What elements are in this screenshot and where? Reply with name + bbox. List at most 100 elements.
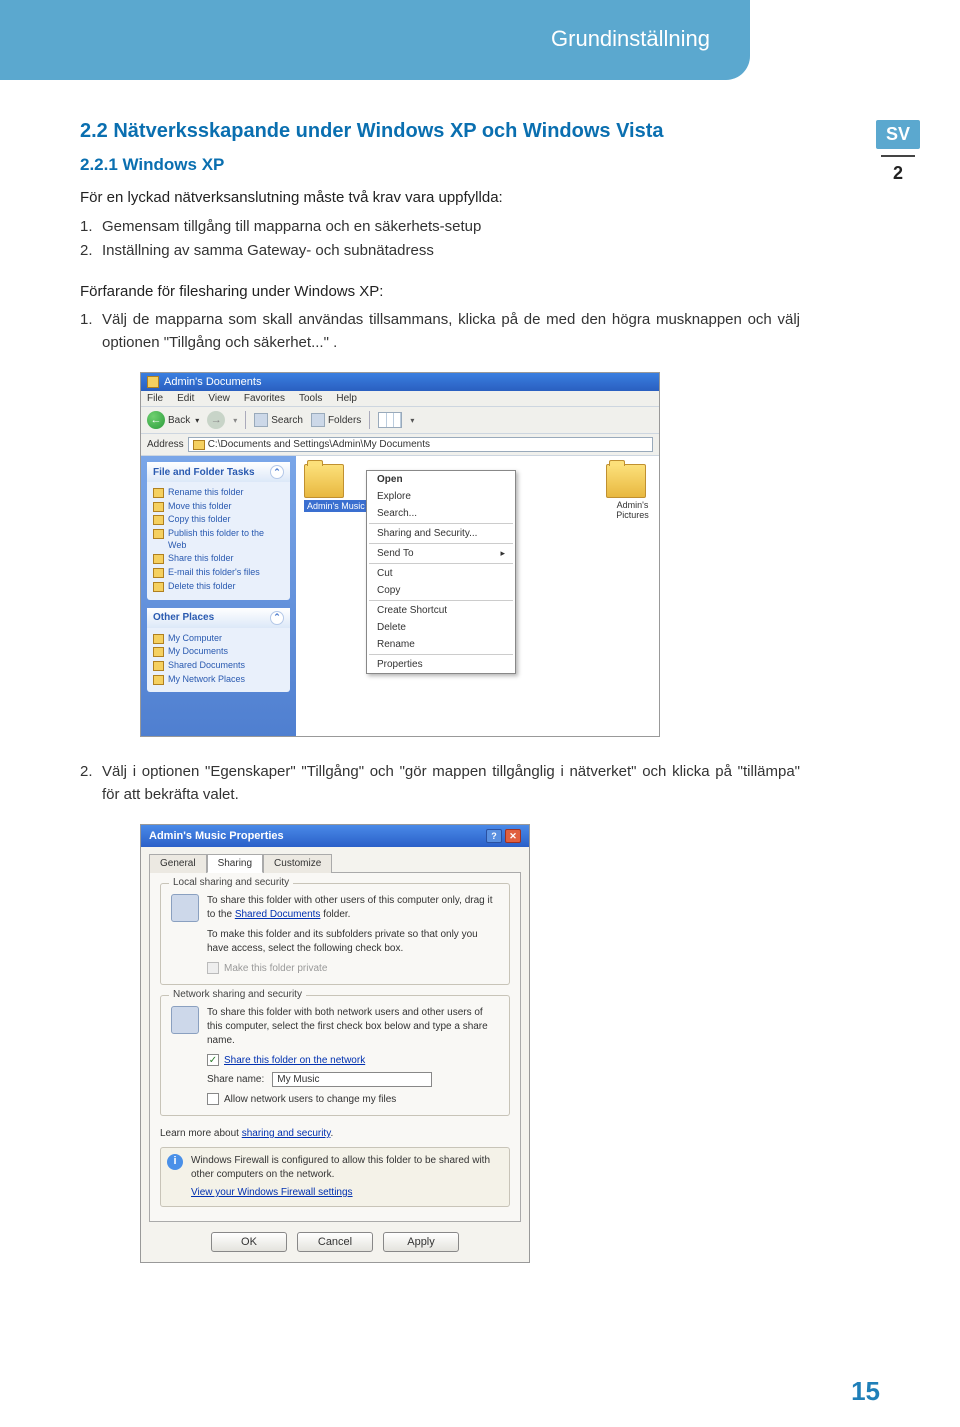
tab-customize[interactable]: Customize (263, 854, 332, 873)
ctx-properties[interactable]: Properties (367, 656, 515, 673)
menu-favorites[interactable]: Favorites (244, 393, 285, 404)
ctx-search[interactable]: Search... (367, 505, 515, 522)
search-icon (254, 413, 268, 427)
req2-num: 2. (80, 240, 102, 263)
address-bar: Address C:\Documents and Settings\Admin\… (141, 434, 659, 456)
email-icon (153, 568, 164, 578)
language-code: SV (876, 120, 920, 149)
task-rename[interactable]: Rename this folder (153, 486, 284, 500)
procedure-label: Förfarande för filesharing under Windows… (80, 281, 800, 304)
folder-icon (147, 376, 159, 388)
views-button[interactable] (378, 412, 402, 428)
share-icon (153, 554, 164, 564)
tab-sharing[interactable]: Sharing (207, 854, 263, 873)
task-copy[interactable]: Copy this folder (153, 513, 284, 527)
folders-button[interactable]: Folders (311, 413, 361, 427)
local-text-2: To make this folder and its subfolders p… (207, 928, 499, 956)
local-text-1: To share this folder with other users of… (207, 894, 499, 922)
menu-help[interactable]: Help (336, 393, 357, 404)
collapse-icon[interactable]: ⌃ (270, 611, 284, 625)
ctx-cut[interactable]: Cut (367, 565, 515, 582)
step1-text: Välj de mapparna som skall användas till… (102, 309, 800, 354)
menu-edit[interactable]: Edit (177, 393, 194, 404)
back-button[interactable]: ←Back▾ (147, 411, 199, 429)
ctx-delete[interactable]: Delete (367, 619, 515, 636)
forward-button[interactable]: → (207, 411, 225, 429)
chk-share-network[interactable]: ✓ Share this folder on the network (207, 1054, 499, 1066)
computer-icon (153, 634, 164, 644)
move-icon (153, 502, 164, 512)
place-shared[interactable]: Shared Documents (153, 659, 284, 673)
req2-text: Inställning av samma Gateway- och subnät… (102, 240, 800, 263)
ctx-sendto[interactable]: Send To (367, 545, 515, 562)
folder-icon (193, 440, 205, 450)
learn-more-link[interactable]: sharing and security (242, 1128, 331, 1139)
folder-icon (606, 464, 646, 498)
chk-allow-change[interactable]: Allow network users to change my files (207, 1093, 499, 1105)
place-mycomputer[interactable]: My Computer (153, 632, 284, 646)
menu-file[interactable]: File (147, 393, 163, 404)
share-name-field: Share name: My Music (207, 1072, 499, 1087)
side-badge: SV 2 (876, 120, 920, 184)
selected-folder-label: Admin's Music (304, 500, 368, 512)
task-share[interactable]: Share this folder (153, 552, 284, 566)
task-move[interactable]: Move this folder (153, 500, 284, 514)
publish-icon (153, 529, 164, 539)
address-label: Address (147, 439, 184, 450)
checkbox-icon (207, 962, 219, 974)
pictures-folder[interactable]: Admin's Pictures (606, 464, 659, 520)
share-name-input[interactable]: My Music (272, 1072, 432, 1087)
local-group-label: Local sharing and security (169, 877, 293, 888)
collapse-icon[interactable]: ⌃ (270, 465, 284, 479)
chk-make-private: Make this folder private (207, 962, 499, 974)
task-publish[interactable]: Publish this folder to the Web (153, 527, 284, 552)
ctx-open[interactable]: Open (367, 471, 515, 488)
place-network[interactable]: My Network Places (153, 673, 284, 687)
local-sharing-group: Local sharing and security To share this… (160, 883, 510, 985)
checkbox-checked-icon: ✓ (207, 1054, 219, 1066)
pictures-folder-label: Admin's Pictures (606, 500, 659, 520)
dialog-tabs: General Sharing Customize (141, 847, 529, 872)
firewall-text: Windows Firewall is configured to allow … (191, 1154, 503, 1182)
task-delete[interactable]: Delete this folder (153, 580, 284, 594)
ok-button[interactable]: OK (211, 1232, 287, 1252)
network-text: To share this folder with both network u… (207, 1006, 499, 1048)
menu-view[interactable]: View (208, 393, 230, 404)
help-button[interactable]: ? (486, 829, 502, 843)
dialog-title: Admin's Music Properties (149, 830, 284, 842)
address-path: C:\Documents and Settings\Admin\My Docum… (208, 439, 430, 450)
learn-more: Learn more about sharing and security. (160, 1126, 510, 1147)
intro-text: För en lyckad nätverksanslutning måste t… (80, 187, 800, 210)
menu-tools[interactable]: Tools (299, 393, 322, 404)
req1-text: Gemensam tillgång till mapparna och en s… (102, 216, 800, 239)
task-email[interactable]: E-mail this folder's files (153, 566, 284, 580)
checkbox-icon (207, 1093, 219, 1105)
cancel-button[interactable]: Cancel (297, 1232, 373, 1252)
header-band: Grundinställning (0, 0, 750, 80)
shared-documents-link[interactable]: Shared Documents (235, 909, 321, 920)
step2-num: 2. (80, 761, 102, 806)
hand-share-icon (171, 894, 199, 922)
explorer-menubar: File Edit View Favorites Tools Help (141, 391, 659, 407)
step2-text: Välj i optionen "Egenskaper" "Tillgång" … (102, 761, 800, 806)
close-button[interactable]: ✕ (505, 829, 521, 843)
place-mydocs[interactable]: My Documents (153, 645, 284, 659)
tab-general[interactable]: General (149, 854, 207, 873)
ctx-copy[interactable]: Copy (367, 582, 515, 599)
network-group-label: Network sharing and security (169, 989, 306, 1000)
firewall-info: i Windows Firewall is configured to allo… (160, 1147, 510, 1207)
apply-button[interactable]: Apply (383, 1232, 459, 1252)
info-icon: i (167, 1154, 183, 1170)
ctx-sharing[interactable]: Sharing and Security... (367, 525, 515, 542)
ctx-rename[interactable]: Rename (367, 636, 515, 653)
address-input[interactable]: C:\Documents and Settings\Admin\My Docum… (188, 437, 653, 452)
copy-icon (153, 515, 164, 525)
ctx-explore[interactable]: Explore (367, 488, 515, 505)
selected-folder[interactable]: Admin's Music (304, 464, 368, 512)
shared-icon (153, 661, 164, 671)
search-button[interactable]: Search (254, 413, 303, 427)
ctx-shortcut[interactable]: Create Shortcut (367, 602, 515, 619)
firewall-settings-link[interactable]: View your Windows Firewall settings (191, 1186, 503, 1200)
explorer-sidebar: File and Folder Tasks⌃ Rename this folde… (141, 456, 296, 736)
explorer-screenshot: Admin's Documents File Edit View Favorit… (140, 372, 660, 737)
